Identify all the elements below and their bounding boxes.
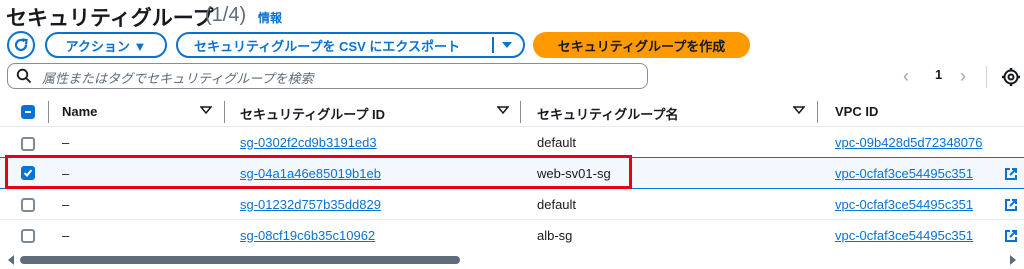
highlight-annotation [5, 155, 632, 189]
info-link[interactable]: 情報 [258, 9, 282, 26]
search-icon [16, 68, 32, 84]
prev-page-button[interactable]: ‹ [903, 66, 909, 87]
row-name: – [62, 197, 70, 212]
export-dropdown-icon[interactable] [500, 39, 514, 54]
column-separator [817, 101, 818, 123]
row-checkbox[interactable] [21, 229, 35, 243]
row-divider [0, 126, 1024, 127]
sort-icon[interactable] [793, 105, 805, 115]
column-header-vpc-id[interactable]: VPC ID [835, 104, 878, 119]
actions-label: アクション ▼ [65, 38, 147, 54]
column-separator [520, 101, 521, 123]
column-header-name[interactable]: Name [62, 104, 97, 119]
sg-name: default [537, 135, 577, 150]
row-checkbox[interactable] [21, 198, 35, 212]
create-label: セキュリティグループを作成 [557, 38, 726, 54]
actions-button[interactable]: アクション ▼ [45, 32, 167, 58]
split-divider [492, 37, 494, 53]
sort-icon[interactable] [200, 105, 212, 115]
search-placeholder: 属性またはタグでセキュリティグループを検索 [42, 71, 314, 86]
refresh-icon [14, 38, 28, 52]
external-link-icon[interactable] [1004, 198, 1018, 212]
sg-name: alb-sg [537, 228, 573, 243]
page-title: セキュリティグループ [6, 7, 214, 30]
sg-id-link[interactable]: sg-01232d757b35dd829 [240, 197, 381, 212]
gear-icon[interactable] [1000, 66, 1022, 88]
current-page[interactable]: 1 [935, 67, 942, 82]
vpc-id-link[interactable]: vpc-0cfaf3ce54495c351 [835, 228, 973, 243]
column-header-sg-name[interactable]: セキュリティグループ名 [537, 104, 678, 123]
row-checkbox[interactable] [21, 137, 35, 151]
column-separator [48, 101, 49, 123]
external-link-icon[interactable] [1004, 229, 1018, 243]
create-security-group-button[interactable]: セキュリティグループを作成 [533, 32, 750, 58]
refresh-button[interactable] [7, 31, 35, 59]
scroll-left-icon[interactable] [6, 254, 16, 266]
sg-name: default [537, 197, 577, 212]
sort-icon[interactable] [497, 105, 509, 115]
external-link-icon[interactable] [1004, 167, 1018, 181]
export-csv-label: セキュリティグループを CSV にエクスポート [194, 38, 461, 54]
vpc-id-link[interactable]: vpc-0cfaf3ce54495c351 [835, 197, 973, 212]
scroll-right-icon[interactable] [1008, 254, 1018, 266]
export-csv-button[interactable]: セキュリティグループを CSV にエクスポート [176, 32, 525, 58]
next-page-button[interactable]: › [960, 66, 966, 87]
column-header-sg-id[interactable]: セキュリティグループ ID [240, 104, 385, 123]
horizontal-scrollbar-thumb[interactable] [20, 256, 460, 264]
row-name: – [62, 228, 70, 243]
row-name: – [62, 135, 70, 150]
pager-divider [986, 66, 987, 88]
sg-id-link[interactable]: sg-08cf19c6b35c10962 [240, 228, 375, 243]
selection-count: (1/4) [205, 4, 247, 26]
vpc-id-link[interactable]: vpc-09b428d5d72348076 [835, 135, 982, 150]
column-separator [224, 101, 225, 123]
sg-id-link[interactable]: sg-0302f2cd9b3191ed3 [240, 135, 377, 150]
vpc-id-link[interactable]: vpc-0cfaf3ce54495c351 [835, 166, 973, 181]
select-all-checkbox[interactable] [21, 105, 35, 119]
row-divider [0, 219, 1024, 220]
